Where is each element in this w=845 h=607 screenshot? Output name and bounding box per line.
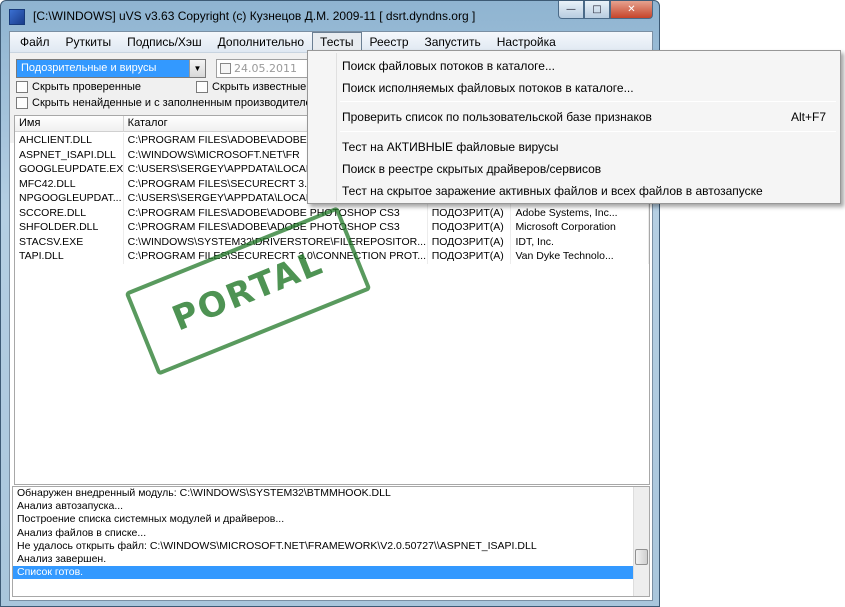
menu-settings[interactable]: Настройка (489, 32, 564, 52)
log-line[interactable]: Анализ завершен. (13, 553, 649, 566)
menu-registry[interactable]: Реестр (362, 32, 417, 52)
date-value: 24.05.2011 (234, 62, 297, 75)
menu-signature-hash[interactable]: Подпись/Хэш (119, 32, 210, 52)
cell-name: TAPI.DLL (15, 249, 124, 264)
hide-known-label: Скрыть известные (212, 81, 307, 93)
log-scrollbar-thumb[interactable] (635, 549, 648, 565)
log-list[interactable]: Обнаружен внедренный модуль: C:\WINDOWS\… (12, 486, 650, 597)
tests-dropdown-menu: Поиск файловых потоков в каталоге... Пои… (307, 50, 841, 204)
cell-status: ПОДОЗРИТ(A) (428, 205, 512, 220)
filter-selected: Подозрительные и вирусы (21, 62, 157, 74)
cell-name: GOOGLEUPDATE.EXE (15, 162, 124, 177)
menu-separator (340, 101, 836, 102)
hide-checked-label: Скрыть проверенные (32, 81, 142, 93)
menu-item-shortcut: Alt+F7 (790, 110, 826, 124)
cell-name: ASPNET_ISAPI.DLL (15, 147, 124, 162)
menu-item-find-file-streams[interactable]: Поиск файловых потоков в каталоге... (342, 56, 826, 76)
log-line[interactable]: Анализ автозапуска... (13, 500, 649, 513)
menu-item-label: Тест на скрытое заражение активных файло… (342, 184, 763, 198)
menu-item-label: Поиск файловых потоков в каталоге... (342, 59, 555, 73)
menu-rootkits[interactable]: Руткиты (58, 32, 120, 52)
menu-item-hidden-infection-test[interactable]: Тест на скрытое заражение активных файло… (342, 181, 826, 201)
menu-item-label: Тест на АКТИВНЫЕ файловые вирусы (342, 140, 559, 154)
cell-name: STACSV.EXE (15, 234, 124, 249)
log-line[interactable]: Обнаружен внедренный модуль: C:\WINDOWS\… (13, 487, 649, 500)
cell-directory: C:\PROGRAM FILES\ADOBE\ADOBE PHOTOSHOP C… (124, 205, 428, 220)
menu-run[interactable]: Запустить (417, 32, 489, 52)
hide-checked-checkbox[interactable] (16, 81, 28, 93)
menu-item-active-virus-test[interactable]: Тест на АКТИВНЫЕ файловые вирусы (342, 137, 826, 157)
caption-buttons: — □ ✕ (558, 1, 653, 19)
menu-item-label: Поиск исполняемых файловых потоков в кат… (342, 81, 634, 95)
cell-name: NPGOOGLEUPDAT... (15, 191, 124, 206)
cell-status: ПОДОЗРИТ(A) (428, 249, 512, 264)
log-line-selected[interactable]: Список готов. (13, 566, 649, 580)
hide-unfound-label: Скрыть ненайденные и с заполненным произ… (32, 97, 312, 109)
window-title: [C:\WINDOWS] uVS v3.63 Copyright (c) Куз… (33, 9, 476, 23)
cell-vendor: IDT, Inc. (511, 234, 649, 249)
cell-vendor: Adobe Systems, Inc... (511, 205, 649, 220)
menu-item-check-user-db[interactable]: Проверить список по пользовательской баз… (342, 107, 826, 127)
hide-checked-option[interactable]: Скрыть проверенные (16, 81, 141, 93)
cell-name: MFC42.DLL (15, 176, 124, 191)
date-picker[interactable]: 24.05.2011 (216, 59, 316, 78)
menu-additional[interactable]: Дополнительно (210, 32, 312, 52)
menu-file[interactable]: Файл (12, 32, 58, 52)
menu-item-hidden-drivers-search[interactable]: Поиск в реестре скрытых драйверов/сервис… (342, 159, 826, 179)
menu-separator (340, 131, 836, 132)
column-header-name[interactable]: Имя (15, 116, 124, 132)
log-scrollbar[interactable] (633, 487, 649, 596)
menu-item-label: Проверить список по пользовательской баз… (342, 110, 652, 124)
cell-status: ПОДОЗРИТ(A) (428, 220, 512, 235)
menu-item-label: Поиск в реестре скрытых драйверов/сервис… (342, 162, 602, 176)
chevron-down-icon[interactable]: ▼ (189, 60, 205, 77)
cell-name: SHFOLDER.DLL (15, 220, 124, 235)
menu-tests[interactable]: Тесты (312, 32, 362, 52)
app-icon (9, 9, 25, 25)
title-bar[interactable]: [C:\WINDOWS] uVS v3.63 Copyright (c) Куз… (1, 1, 659, 31)
date-checkbox[interactable] (220, 63, 231, 74)
cell-name: SCCORE.DLL (15, 205, 124, 220)
log-line[interactable]: Построение списка системных модулей и др… (13, 513, 649, 526)
cell-name: AHCLIENT.DLL (15, 133, 124, 148)
log-line[interactable]: Не удалось открыть файл: C:\WINDOWS\MICR… (13, 540, 649, 553)
log-line[interactable]: Анализ файлов в списке... (13, 527, 649, 540)
hide-unfound-option[interactable]: Скрыть ненайденные и с заполненным произ… (16, 97, 312, 109)
maximize-button[interactable]: □ (584, 1, 610, 19)
hide-known-option[interactable]: Скрыть известные (196, 81, 306, 93)
hide-known-checkbox[interactable] (196, 81, 208, 93)
hide-unfound-checkbox[interactable] (16, 97, 28, 109)
cell-vendor: Microsoft Corporation (511, 220, 649, 235)
minimize-button[interactable]: — (558, 1, 584, 19)
filter-combobox[interactable]: Подозрительные и вирусы ▼ (16, 59, 206, 78)
close-button[interactable]: ✕ (610, 1, 653, 19)
cell-vendor: Van Dyke Technolo... (511, 249, 649, 264)
menu-item-find-executable-streams[interactable]: Поиск исполняемых файловых потоков в кат… (342, 78, 826, 98)
cell-status: ПОДОЗРИТ(A) (428, 234, 512, 249)
